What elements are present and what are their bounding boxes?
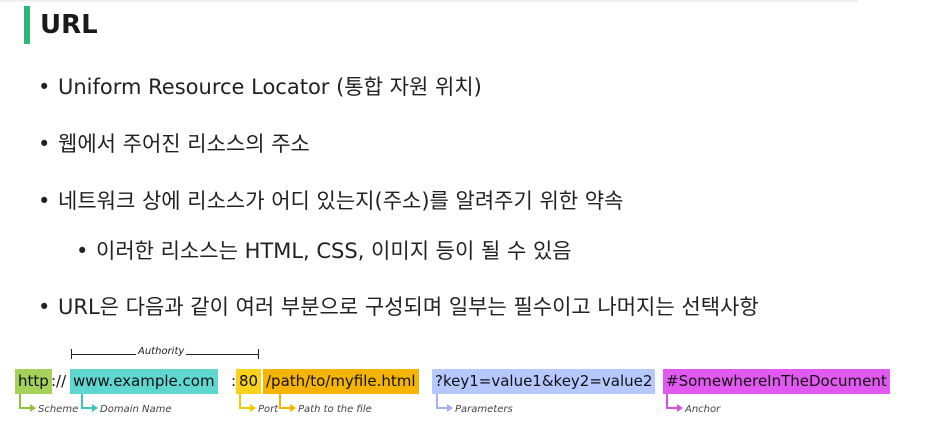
bullet-item: • URL은 다음과 같이 여러 부분으로 구성되며 일부는 필수이고 나머지는 … (38, 295, 759, 319)
port-arrow-icon (239, 394, 256, 412)
scheme-label: Scheme (38, 404, 79, 415)
domain-label: Domain Name (100, 404, 172, 415)
bullet-text: 웹에서 주어진 리소스의 주소 (58, 132, 310, 156)
bullet-text: Uniform Resource Locator (통합 자원 위치) (58, 75, 482, 99)
page-title: URL (40, 10, 98, 40)
url-port: 80 (236, 369, 262, 394)
bullet-item: • 네트워크 상에 리소스가 어디 있는지(주소)를 알려주기 위한 약속 (38, 189, 624, 213)
bullet-item: • Uniform Resource Locator (통합 자원 위치) (38, 75, 482, 99)
url-parameters: ?key1=value1&key2=value2 (432, 369, 656, 394)
bullet-item: • 웹에서 주어진 리소스의 주소 (38, 132, 310, 156)
port-label: Port (258, 404, 279, 415)
title-accent-bar (24, 6, 30, 44)
scheme-arrow-icon (19, 394, 36, 412)
bullet-text: 이러한 리소스는 HTML, CSS, 이미지 등이 될 수 있음 (96, 239, 572, 263)
path-label: Path to the file (298, 404, 372, 415)
url-scheme: http (15, 369, 52, 394)
parameters-label: Parameters (455, 404, 513, 415)
bullet-text: URL은 다음과 같이 여러 부분으로 구성되며 일부는 필수이고 나머지는 선… (58, 295, 759, 319)
url-domain: www.example.com (70, 369, 218, 394)
domain-arrow-icon (81, 394, 98, 412)
anchor-label: Anchor (685, 404, 721, 415)
anchor-arrow-icon (666, 394, 683, 412)
url-scheme-separator: :// (51, 372, 67, 390)
url-anchor: #SomewhereInTheDocument (663, 369, 890, 394)
url-diagram: Authority http :// www.example.com : 80 … (0, 340, 925, 430)
sub-bullet-item: • 이러한 리소스는 HTML, CSS, 이미지 등이 될 수 있음 (76, 239, 572, 263)
title-block: URL (24, 5, 98, 45)
authority-tick-right (258, 349, 259, 359)
top-divider (0, 0, 858, 3)
parameters-arrow-icon (436, 394, 453, 412)
bullet-text: 네트워크 상에 리소스가 어디 있는지(주소)를 알려주기 위한 약속 (58, 189, 624, 213)
path-arrow-icon (279, 394, 296, 412)
authority-label: Authority (136, 346, 187, 357)
url-path: /path/to/myfile.html (263, 369, 419, 394)
